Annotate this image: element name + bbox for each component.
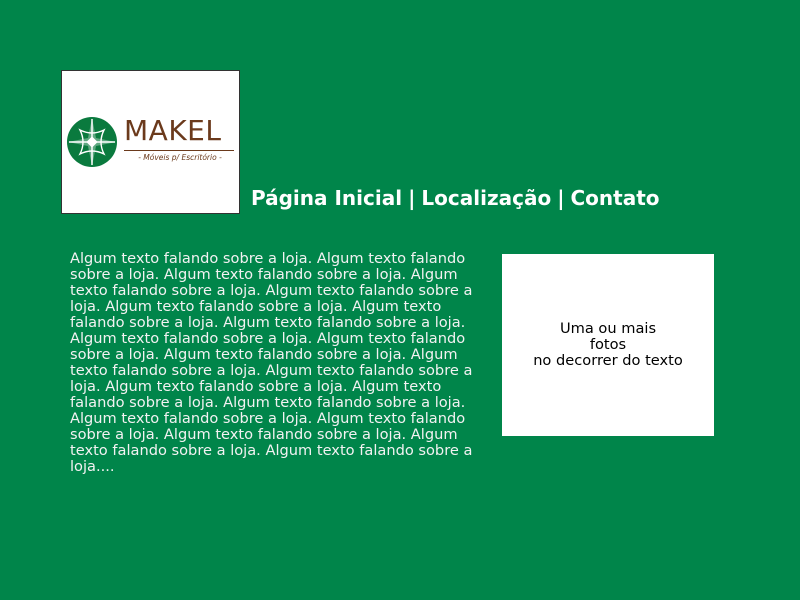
logo-divider: [124, 150, 234, 151]
nav-link-home[interactable]: Página Inicial: [251, 186, 402, 210]
photo-placeholder: Uma ou mais fotos no decorrer do texto: [502, 254, 714, 436]
page: MAKEL - Móveis p/ Escritório - Página In…: [0, 0, 800, 600]
nav-separator: |: [408, 186, 416, 210]
photo-placeholder-line: no decorrer do texto: [533, 352, 683, 369]
logo[interactable]: MAKEL - Móveis p/ Escritório -: [61, 70, 240, 214]
nav-link-location[interactable]: Localização: [421, 186, 551, 210]
photo-placeholder-line: fotos: [589, 336, 627, 353]
logo-name: MAKEL: [124, 114, 222, 147]
makel-emblem-icon: [67, 117, 117, 167]
store-description: Algum texto falando sobre a loja. Algum …: [70, 250, 473, 475]
logo-tagline: - Móveis p/ Escritório -: [138, 153, 222, 162]
photo-placeholder-line: Uma ou mais: [559, 320, 657, 337]
nav-separator: |: [557, 186, 565, 210]
main-nav: Página Inicial | Localização | Contato: [251, 185, 660, 211]
nav-link-contact[interactable]: Contato: [571, 186, 660, 210]
